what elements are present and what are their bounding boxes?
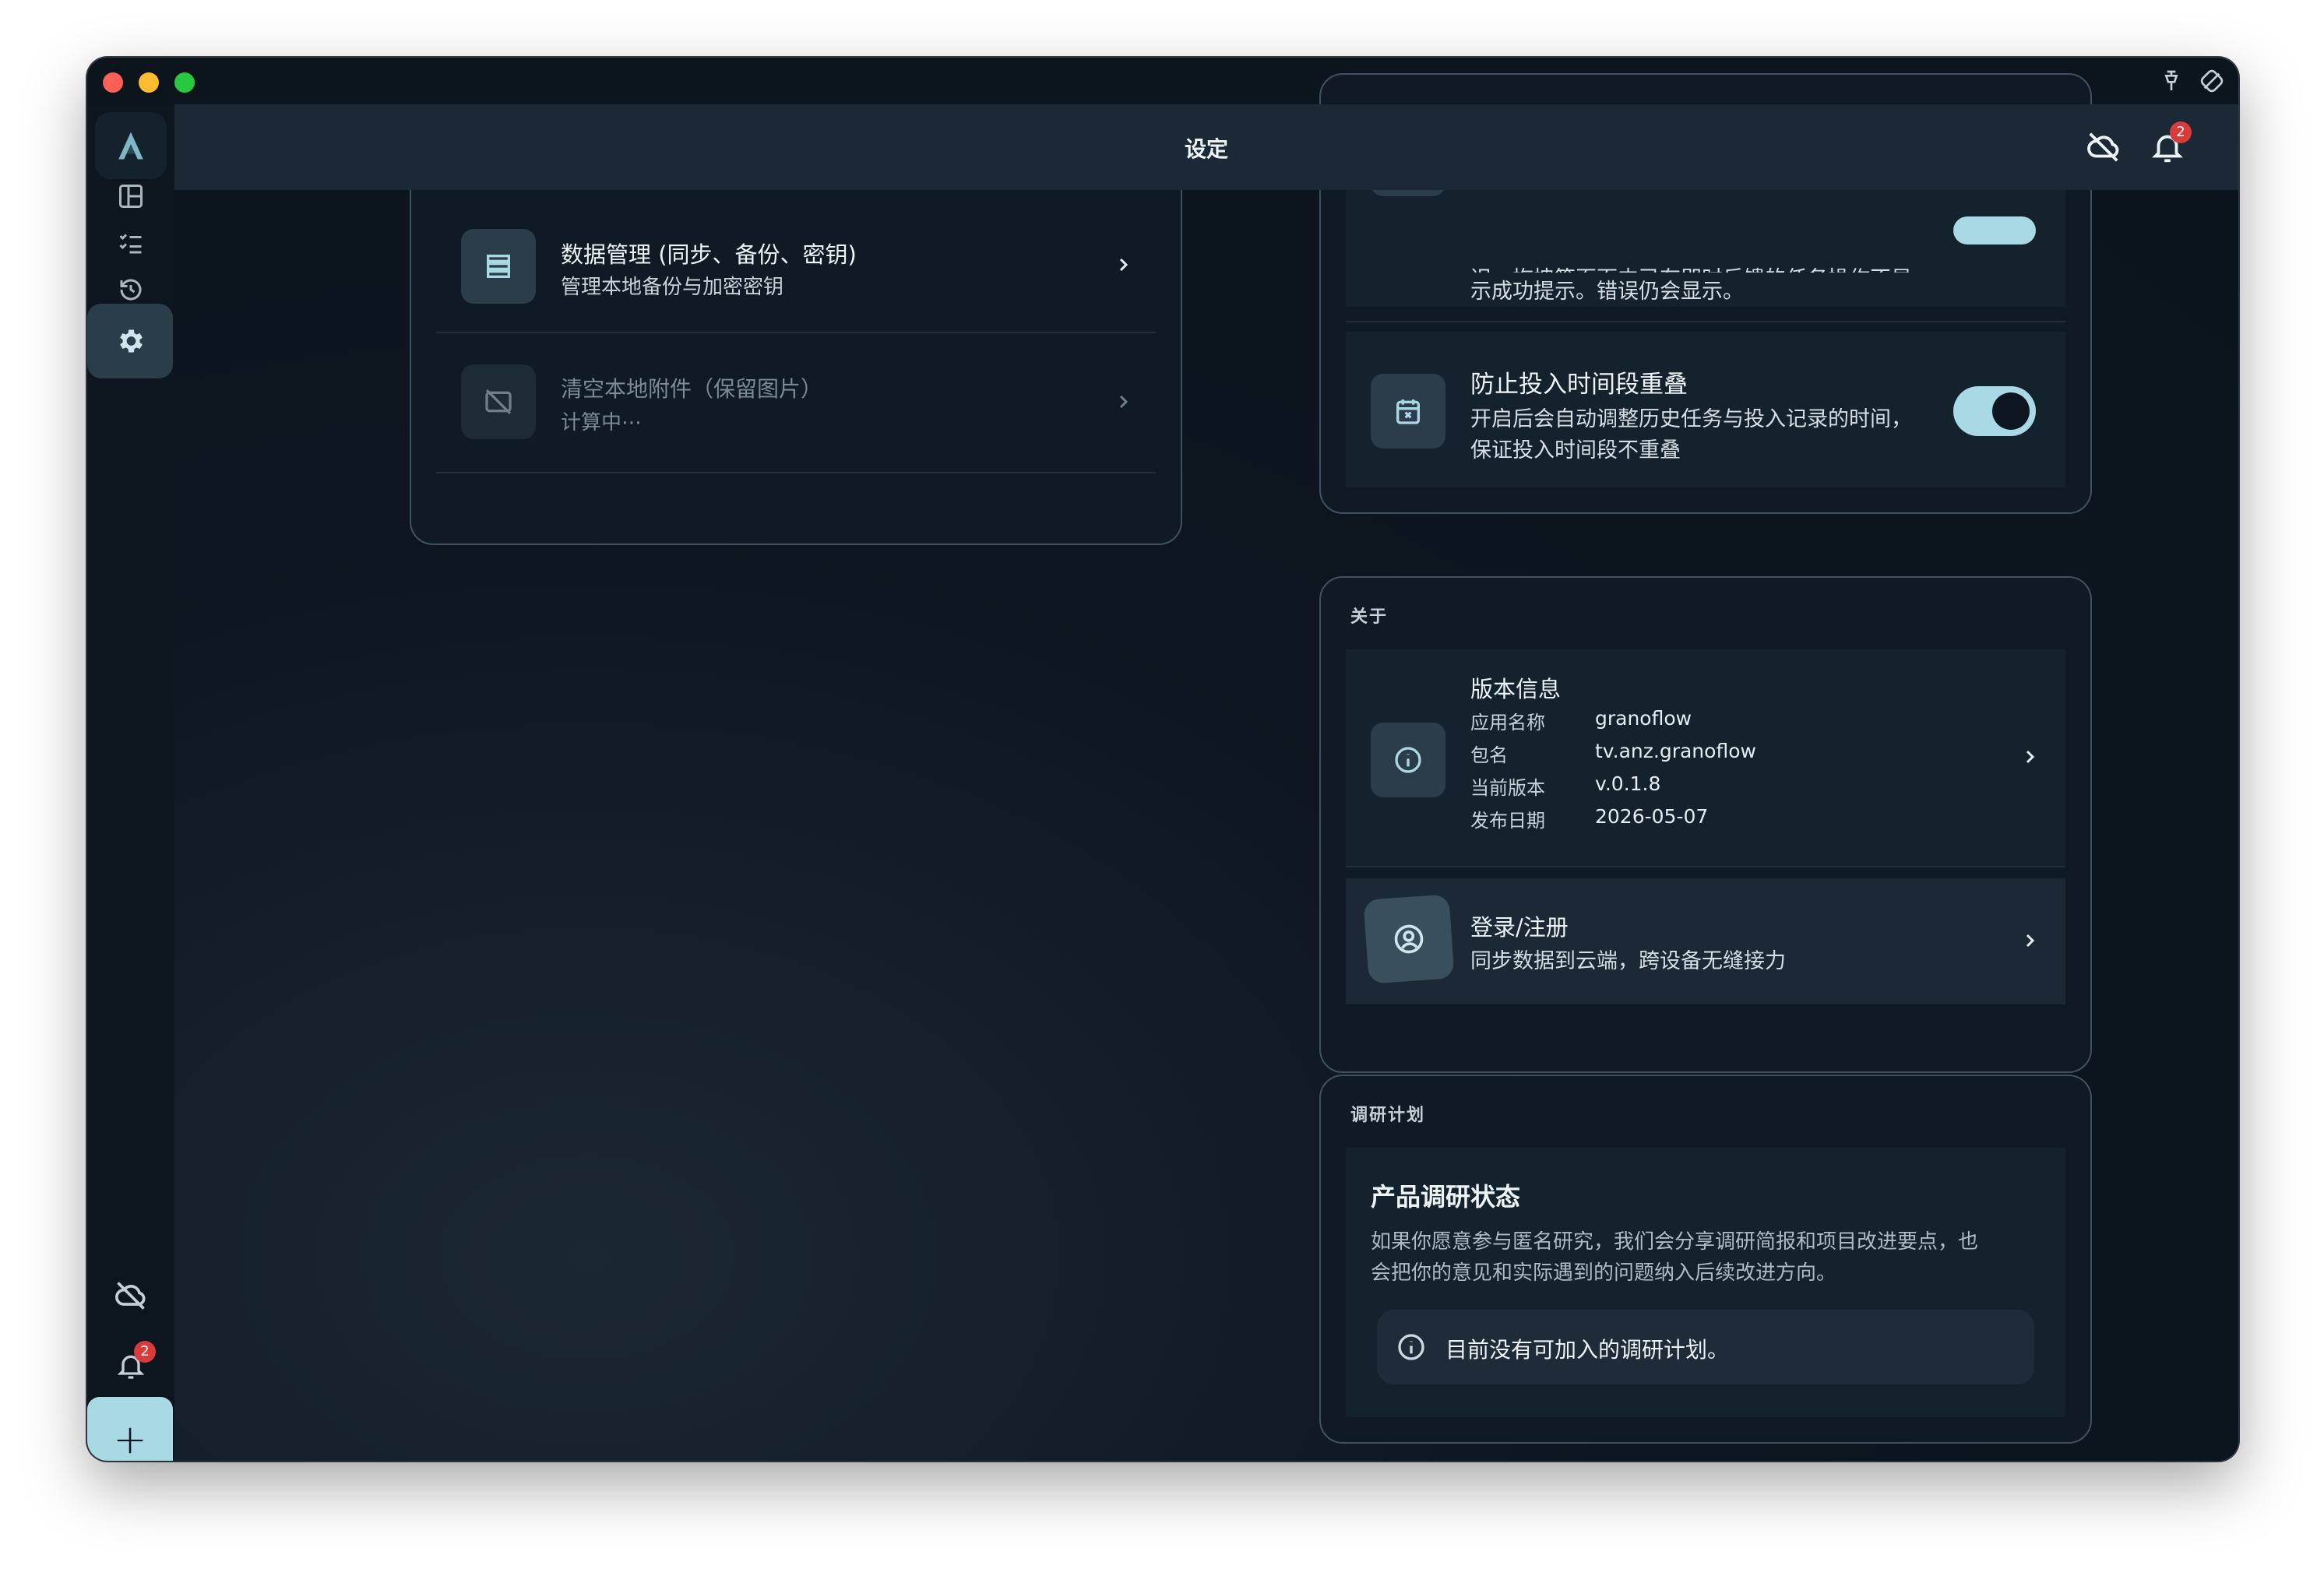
about-card: 关于 版本信息 应用名称 granoflow 包名 tv.anz.granofl… — [1319, 576, 2092, 1073]
research-desc-line2: 会把你的意见和实际遇到的问题纳入后续改进方向。 — [1371, 1261, 1837, 1285]
settings-page: 设定 2 数据管理 (同步、备份、密钥) 管理本地备份与加密密钥 清空本地附件（… — [174, 73, 2238, 1461]
account-icon — [1363, 894, 1455, 984]
chevron-right-icon — [2026, 750, 2035, 764]
calendar-x-icon — [1371, 374, 1445, 449]
close-window-button[interactable] — [103, 72, 123, 93]
sidebar-notifications-button[interactable]: 2 — [87, 1328, 174, 1403]
logo-icon — [118, 132, 143, 160]
login-subtitle: 同步数据到云端，跨设备无缝接力 — [1470, 949, 1786, 973]
storage-icon — [461, 229, 536, 304]
clear-attachments-title: 清空本地附件（保留图片） — [561, 376, 823, 402]
zoom-window-button[interactable] — [174, 72, 195, 93]
notification-badge: 2 — [134, 1341, 156, 1363]
prevent-overlap-toggle[interactable] — [1953, 386, 2036, 436]
data-management-row[interactable]: 数据管理 (同步、备份、密钥) 管理本地备份与加密密钥 — [436, 199, 1156, 332]
app-name-label: 应用名称 — [1470, 712, 1545, 733]
success-toast-desc-line2: 示成功提示。错误仍会显示。 — [1470, 280, 1744, 304]
minimize-window-button[interactable] — [139, 72, 159, 93]
divider — [1346, 321, 2065, 322]
chevron-right-icon — [1119, 258, 1129, 272]
header-bar: 设定 2 — [174, 104, 2238, 190]
page-title: 设定 — [1184, 136, 1228, 162]
login-row[interactable]: 登录/注册 同步数据到云端，跨设备无缝接力 — [1346, 878, 2065, 1004]
current-version-value: v.0.1.8 — [1595, 772, 1661, 795]
clear-attachments-status: 计算中⋯ — [561, 411, 643, 434]
app-name-value: granoflow — [1595, 707, 1692, 730]
data-management-title: 数据管理 (同步、备份、密钥) — [561, 241, 857, 268]
current-version-label: 当前版本 — [1470, 777, 1545, 799]
data-management-subtitle: 管理本地备份与加密密钥 — [561, 276, 784, 299]
info-icon — [1398, 1334, 1424, 1360]
prevent-overlap-row[interactable]: 防止投入时间段重叠 开启后会自动调整历史任务与投入记录的时间， 保证投入时间段不… — [1346, 332, 2065, 487]
prevent-overlap-title: 防止投入时间段重叠 — [1470, 371, 1688, 399]
research-notice: 目前没有可加入的调研计划。 — [1377, 1310, 2034, 1384]
notification-badge: 2 — [2170, 121, 2192, 143]
sidebar-item-settings[interactable] — [87, 304, 173, 378]
version-info-title: 版本信息 — [1470, 676, 1562, 702]
cloud-off-icon — [115, 1282, 146, 1310]
window-mode-icon[interactable] — [2199, 69, 2224, 93]
about-section-label: 关于 — [1350, 607, 1389, 627]
plus-icon: + — [113, 1416, 147, 1461]
toggle-knob — [1992, 392, 2030, 430]
app-window: 2 + 设定 2 数据管理 (同步、备份、密钥) 管理本地备份与加密密钥 清空本… — [87, 58, 2238, 1461]
login-title: 登录/注册 — [1470, 914, 1569, 941]
release-date-label: 发布日期 — [1470, 810, 1545, 832]
chevron-right-icon — [1119, 395, 1129, 409]
version-info-row[interactable]: 版本信息 应用名称 granoflow 包名 tv.anz.granoflow … — [1346, 649, 2065, 866]
gear-icon — [120, 329, 143, 353]
success-toast-row-tail: 示成功提示。错误仍会显示。 — [1346, 273, 2065, 307]
research-desc-line1: 如果你愿意参与匿名研究，我们会分享调研简报和项目改进要点，也 — [1371, 1230, 1979, 1254]
history-icon — [120, 279, 142, 301]
cloud-off-icon[interactable] — [2086, 129, 2122, 165]
sidebar: 2 + — [87, 104, 174, 1461]
sidebar-cloud-off-button[interactable] — [87, 1258, 174, 1333]
package-value: tv.anz.granoflow — [1595, 740, 1756, 762]
chevron-right-icon — [2026, 934, 2035, 948]
prevent-overlap-desc-line1: 开启后会自动调整历史任务与投入记录的时间， — [1470, 407, 1912, 431]
add-button[interactable]: + — [87, 1397, 173, 1461]
research-status-panel: 产品调研状态 如果你愿意参与匿名研究，我们会分享调研简报和项目改进要点，也 会把… — [1346, 1148, 2065, 1417]
release-date-value: 2026-05-07 — [1595, 805, 1709, 828]
clear-attachments-row[interactable]: 清空本地附件（保留图片） 计算中⋯ — [436, 333, 1156, 470]
image-off-icon — [461, 364, 536, 439]
success-toast-toggle[interactable] — [1953, 216, 2036, 244]
divider — [1346, 866, 2065, 867]
pin-icon[interactable] — [2159, 69, 2184, 93]
divider — [436, 472, 1156, 473]
info-icon — [1371, 723, 1445, 797]
prevent-overlap-desc-line2: 保证投入时间段不重叠 — [1470, 438, 1681, 463]
research-section-label: 调研计划 — [1350, 1106, 1426, 1125]
data-settings-card: 数据管理 (同步、备份、密钥) 管理本地备份与加密密钥 清空本地附件（保留图片）… — [410, 128, 1182, 545]
research-status-title: 产品调研状态 — [1371, 1182, 1521, 1212]
research-card: 调研计划 产品调研状态 如果你愿意参与匿名研究，我们会分享调研简报和项目改进要点… — [1319, 1075, 2092, 1444]
research-notice-text: 目前没有可加入的调研计划。 — [1445, 1337, 1730, 1363]
package-label: 包名 — [1470, 744, 1508, 766]
